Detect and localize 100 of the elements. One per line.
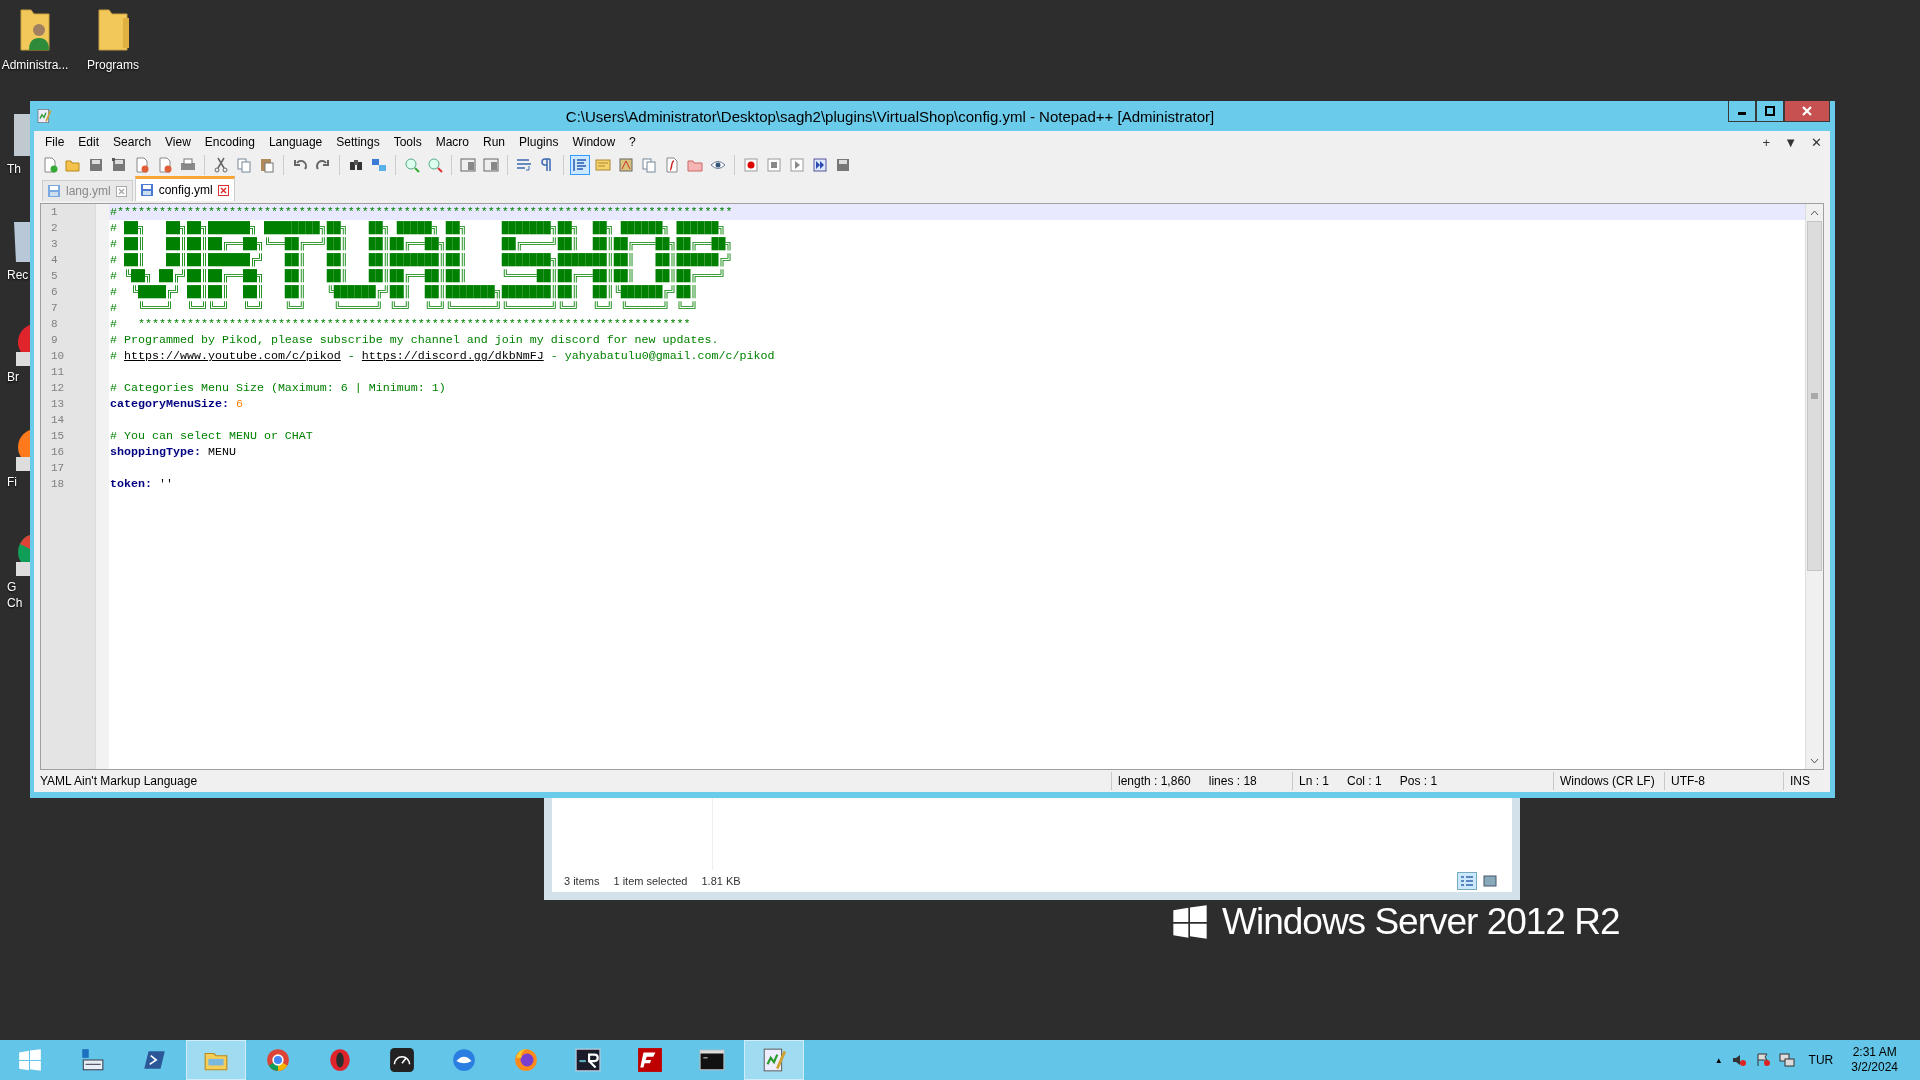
code-line: # You can select MENU or CHAT [109, 428, 314, 444]
icon-label: Programs [87, 58, 139, 72]
menu-item[interactable]: Run [476, 135, 513, 149]
line-number: 11 [50, 365, 66, 380]
clock[interactable]: 2:31 AM 3/2/2024 [1851, 1045, 1898, 1075]
file-size: 1.81 KB [701, 875, 741, 887]
close-tab-icon[interactable] [115, 185, 127, 197]
play-multiple-button[interactable] [810, 155, 830, 175]
link[interactable]: https://www.youtube.com/c/pikod [124, 349, 341, 363]
map-icon [618, 157, 634, 173]
icon-label: Th [6, 162, 21, 176]
large-icons-view-button[interactable] [1480, 872, 1500, 890]
line-number: 4 [50, 253, 59, 268]
split-view-button[interactable] [458, 155, 478, 175]
position-status: Pos : 1 [1399, 774, 1438, 788]
browser-glyph-icon [265, 1047, 291, 1073]
document-list-button[interactable] [639, 155, 659, 175]
scrollbar[interactable] [1805, 204, 1823, 769]
zoom-out-button[interactable] [425, 155, 445, 175]
line-number: 16 [50, 445, 66, 460]
play-button[interactable] [787, 155, 807, 175]
close-icon [1802, 106, 1812, 116]
code-line: # ╚██╗ ██╔╝██║██╔══██╗ ██║ ██║ ██║██╔══██║██║ ╚════██║██╔══██║██║ ██║██╔═══╝ [109, 268, 727, 284]
lines-status: lines : 18 [1208, 774, 1257, 788]
show-hidden-icons-button[interactable]: ▲ [1714, 1055, 1723, 1065]
add-button[interactable]: + [1762, 134, 1771, 150]
code-line: # ╚═══╝ ╚═╝╚═╝ ╚═╝ ╚═╝ ╚═════╝ ╚═╝ ╚═╝╚══════╝╚══════╝╚═╝ ╚═╝ ╚═════╝ ╚═╝ [109, 300, 699, 316]
menu-item[interactable]: Settings [329, 135, 387, 149]
link[interactable]: https://discord.gg/dkbNmFJ [361, 349, 544, 363]
close-file-icon [134, 157, 150, 173]
code-line: # Programmed by Pikod, please subscribe my channel and join my discord for new updates. [109, 332, 720, 348]
menu-item[interactable]: Search [106, 135, 159, 149]
line-number: 9 [50, 333, 59, 348]
maximize-icon [1765, 106, 1775, 116]
line-number: 13 [50, 397, 66, 412]
menu-item[interactable]: Tools [386, 135, 429, 149]
close-tab-icon[interactable] [217, 184, 229, 196]
record-button[interactable] [741, 155, 761, 175]
line-number: 6 [50, 285, 59, 300]
column-status: Col : 1 [1347, 774, 1382, 788]
folder-icon [687, 157, 703, 173]
network-icon[interactable] [1778, 1052, 1795, 1068]
indent-guide-button[interactable] [570, 155, 590, 175]
line-number: 17 [50, 461, 66, 476]
notepad-glyph-icon [761, 1047, 787, 1073]
zoom-in-button[interactable] [402, 155, 422, 175]
language-icon [595, 157, 611, 173]
menu-item[interactable]: Macro [428, 135, 476, 149]
icon-label: Administra... [1, 58, 69, 72]
menu-item[interactable]: Edit [71, 135, 107, 149]
line-number: 15 [50, 429, 66, 444]
line-number: 7 [50, 301, 59, 316]
start-glyph-icon [17, 1047, 43, 1073]
close-document-button[interactable]: ✕ [1811, 134, 1822, 150]
icon-label: Rec [6, 268, 29, 282]
code-line: # https://www.youtube.com/c/pikod - https://discord.gg/dkbNmFJ - yahyabatulu0@gmail.com/c/pikod [109, 348, 776, 364]
notepad-icon [36, 108, 52, 124]
menu-item[interactable]: Window [565, 135, 623, 149]
zoom-in-icon [404, 157, 420, 173]
server-manager-glyph-icon [79, 1047, 105, 1073]
icon-label: Ch [6, 596, 23, 610]
save-icon [88, 157, 104, 173]
split-view-button[interactable] [481, 155, 501, 175]
speaker-icon[interactable] [1730, 1052, 1747, 1068]
line-number: 8 [50, 317, 59, 332]
menu-item[interactable]: File [38, 135, 72, 149]
code-line: # ██╗ ██╗██╗██████╗ ████████╗██╗ ██╗ █████╗ ██╗ ███████╗██╗ ██╗ ██████╗ ██████╗ [109, 220, 727, 236]
cut-icon [213, 157, 229, 173]
new-file-icon [42, 157, 58, 173]
os-branding: Windows Server 2012 R2 [1222, 901, 1620, 943]
close-button[interactable] [1784, 101, 1830, 122]
flag-icon[interactable] [1754, 1052, 1771, 1068]
stop-button[interactable] [764, 155, 784, 175]
input-language[interactable]: TUR [1808, 1053, 1834, 1067]
menu-item[interactable]: Encoding [197, 135, 262, 149]
r-app-glyph-icon [575, 1047, 601, 1073]
file-tab[interactable]: config.yml [134, 176, 235, 201]
paste-icon [259, 157, 275, 173]
details-view-button[interactable] [1457, 872, 1477, 890]
menu-item[interactable]: Plugins [512, 135, 566, 149]
map-button[interactable] [616, 155, 636, 175]
menu-item[interactable]: Language [261, 135, 330, 149]
cut-button[interactable] [211, 155, 231, 175]
maximize-button[interactable] [1756, 101, 1784, 122]
line-number: 3 [50, 237, 59, 252]
dropdown-button[interactable]: ▼ [1784, 134, 1797, 150]
line-number: 2 [50, 221, 59, 236]
menu-item[interactable]: View [158, 135, 198, 149]
thumbnails-icon [1483, 875, 1497, 887]
line-number: 12 [50, 381, 66, 396]
function-list-icon [664, 157, 680, 173]
menu-item[interactable]: ? [622, 135, 643, 149]
filezilla-glyph-icon [637, 1047, 663, 1073]
file-explorer-icon[interactable] [186, 1040, 246, 1080]
minimize-button[interactable] [1728, 101, 1756, 122]
fox-glyph-icon [513, 1047, 539, 1073]
bird-glyph-icon [451, 1047, 477, 1073]
close-all-icon [157, 157, 173, 173]
copy-button[interactable] [234, 155, 254, 175]
find-icon [348, 157, 364, 173]
